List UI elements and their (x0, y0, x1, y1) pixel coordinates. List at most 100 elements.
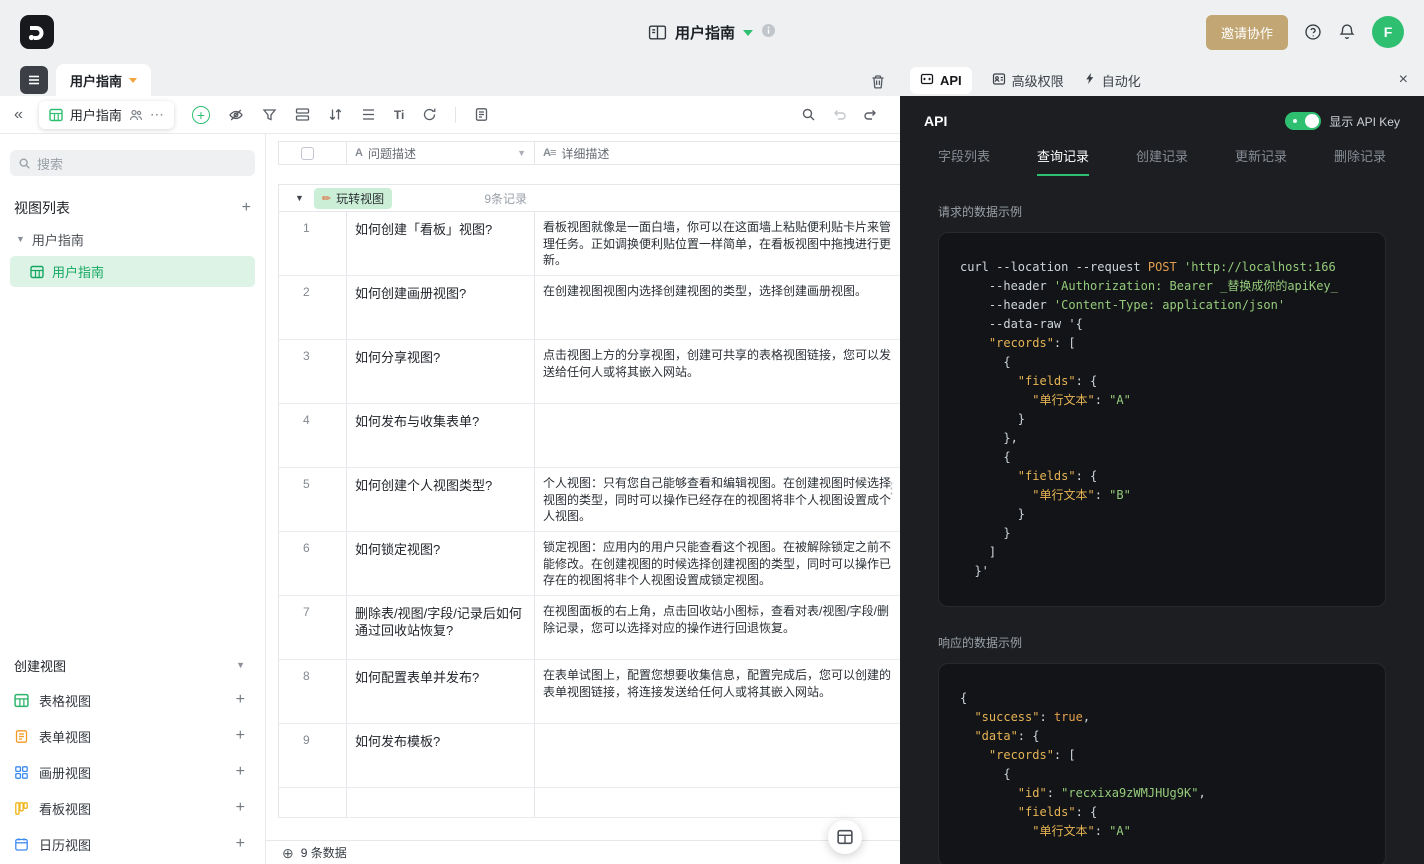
invite-collaborate-button[interactable]: 邀请协作 (1205, 14, 1288, 50)
table-row[interactable]: 2 如何创建画册视图? 在创建视图视图内选择创建视图的类型，选择创建画册视图。 (278, 276, 900, 340)
detail-cell[interactable]: 锁定视图：应用内的用户只能查看这个视图。在被解除锁定之前不能修改。在创建视图的时… (535, 532, 900, 594)
chevron-down-icon[interactable]: ▼ (517, 148, 526, 158)
question-cell[interactable]: 如何创建个人视图类型? (347, 468, 535, 531)
add-view-icon[interactable]: + (236, 836, 245, 852)
add-view-icon[interactable]: + (236, 800, 245, 816)
hide-fields-icon[interactable] (228, 107, 244, 123)
add-view-icon[interactable]: + (236, 764, 245, 780)
detail-cell[interactable]: 在表单试图上，配置您想要收集信息，配置完成后，您可以创建的表单视图链接，将连接发… (535, 660, 900, 722)
close-icon[interactable]: × (1399, 72, 1408, 88)
api-tab-查询记录[interactable]: 查询记录 (1036, 146, 1089, 176)
row-number-cell[interactable]: 1 (279, 212, 347, 275)
trash-icon[interactable] (870, 74, 886, 90)
undo-icon[interactable] (832, 107, 847, 122)
group-header-row[interactable]: ▼ ✏ 玩转视图 9条记录 (278, 184, 900, 212)
row-height-icon[interactable] (361, 107, 376, 122)
question-cell[interactable]: 如何创建画册视图? (347, 276, 535, 339)
column-header-detail[interactable]: A≡ 详细描述 (535, 142, 900, 164)
calendar-view-icon (14, 837, 29, 852)
question-cell[interactable]: 如何发布模板? (347, 724, 535, 787)
sync-icon[interactable] (422, 107, 437, 122)
request-code-block[interactable]: curl --location --request POST 'http://l… (938, 232, 1386, 607)
table-row[interactable]: 3 如何分享视图? 点击视图上方的分享视图，创建可共享的表格视图链接，您可以发送给任… (278, 340, 900, 404)
table-row[interactable]: 8 如何配置表单并发布? 在表单试图上，配置您想要收集信息，配置完成后，您可以创建的… (278, 660, 900, 724)
api-tab-创建记录[interactable]: 创建记录 (1136, 146, 1188, 176)
collapse-views-icon[interactable]: « (14, 106, 23, 124)
question-cell[interactable]: 删除表/视图/字段/记录后如何通过回收站恢复? (347, 596, 535, 659)
row-number-cell[interactable]: 4 (279, 404, 347, 467)
question-cell[interactable]: 如何锁定视图? (347, 532, 535, 595)
sort-icon[interactable] (328, 107, 343, 122)
detail-cell[interactable]: 在创建视图视图内选择创建视图的类型，选择创建画册视图。 (535, 276, 900, 338)
panel-resize-handle[interactable]: ⋮ (884, 479, 899, 497)
view-type-kanban[interactable]: 看板视图 + (0, 790, 265, 826)
empty-row[interactable] (278, 788, 900, 818)
tab-user-guide[interactable]: 用户指南 (56, 64, 152, 96)
tab-automation[interactable]: 自动化 (1084, 71, 1141, 90)
active-view-tab[interactable]: 用户指南 ⋯ (38, 100, 174, 129)
row-number-cell[interactable]: 3 (279, 340, 347, 403)
row-number-cell[interactable]: 9 (279, 724, 347, 787)
detail-cell[interactable]: 看板视图就像是一面白墙，你可以在这面墙上粘贴便利贴卡片来管理任务。正如调换便利贴… (535, 212, 900, 274)
row-number-cell[interactable]: 6 (279, 532, 347, 595)
add-record-icon[interactable]: ⊕ (282, 846, 294, 860)
add-node-button[interactable]: + (242, 200, 251, 216)
row-number-cell[interactable]: 8 (279, 660, 347, 723)
help-icon[interactable] (1304, 23, 1322, 41)
group-icon[interactable] (295, 107, 310, 122)
menu-hamburger-button[interactable] (20, 66, 48, 94)
notifications-bell-icon[interactable] (1338, 23, 1356, 41)
detail-cell[interactable]: 个人视图：只有您自己能够查看和编辑视图。在创建视图时候选择视图的类型，同时可以操… (535, 468, 900, 530)
table-row[interactable]: 7 删除表/视图/字段/记录后如何通过回收站恢复? 在视图面板的右上角，点击回收站小… (278, 596, 900, 660)
chevron-down-icon[interactable] (743, 30, 754, 36)
field-titles-icon[interactable]: Ti (394, 108, 404, 122)
search-icon[interactable] (801, 107, 816, 122)
api-key-toggle[interactable] (1285, 112, 1322, 130)
question-cell[interactable]: 如何发布与收集表单? (347, 404, 535, 467)
group-record-count: 9条记录 (484, 191, 527, 206)
add-view-icon[interactable]: + (236, 728, 245, 744)
checkbox-icon[interactable] (301, 146, 314, 160)
add-view-button[interactable]: + (191, 105, 210, 124)
question-cell[interactable]: 如何分享视图? (347, 340, 535, 403)
detail-cell[interactable]: 在视图面板的右上角，点击回收站小图标，查看对表/视图/字段/删除记录，您可以选择… (535, 596, 900, 658)
row-number-cell[interactable]: 5 (279, 468, 347, 531)
form-icon[interactable] (474, 107, 489, 122)
more-options-icon[interactable]: ⋯ (150, 106, 164, 123)
row-number-cell[interactable]: 2 (279, 276, 347, 339)
document-title-group[interactable]: 用户指南 (648, 22, 776, 43)
row-number-cell[interactable]: 7 (279, 596, 347, 659)
tree-node-datasheet-active[interactable]: 用户指南 (10, 256, 255, 287)
redo-icon[interactable] (863, 107, 878, 122)
create-view-header[interactable]: 创建视图 ▼ (0, 648, 265, 682)
user-avatar[interactable]: F (1372, 16, 1404, 48)
tab-advanced-permissions[interactable]: 高级权限 (992, 71, 1064, 90)
tree-node-folder[interactable]: ▼ 用户指南 (0, 224, 265, 254)
table-row[interactable]: 5 如何创建个人视图类型? 个人视图：只有您自己能够查看和编辑视图。在创建视图时候选… (278, 468, 900, 532)
search-input[interactable]: 搜索 (10, 150, 255, 176)
add-view-icon[interactable]: + (236, 692, 245, 708)
select-all-cell[interactable] (279, 142, 347, 164)
detail-cell[interactable] (535, 724, 900, 786)
table-row[interactable]: 1 如何创建「看板」视图? 看板视图就像是一面白墙，你可以在这面墙上粘贴便利贴卡片来… (278, 212, 900, 276)
question-cell[interactable]: 如何配置表单并发布? (347, 660, 535, 723)
tab-api[interactable]: API (910, 66, 972, 94)
table-row[interactable]: 4 如何发布与收集表单? (278, 404, 900, 468)
detail-cell[interactable] (535, 404, 900, 466)
question-cell[interactable]: 如何创建「看板」视图? (347, 212, 535, 275)
table-row[interactable]: 9 如何发布模板? (278, 724, 900, 788)
view-type-form[interactable]: 表单视图 + (0, 718, 265, 754)
api-tab-字段列表[interactable]: 字段列表 (938, 146, 990, 176)
view-switcher-button[interactable] (828, 820, 862, 854)
detail-cell[interactable]: 点击视图上方的分享视图，创建可共享的表格视图链接，您可以发送给任何人或将其嵌入网… (535, 340, 900, 402)
view-type-gallery[interactable]: 画册视图 + (0, 754, 265, 790)
view-type-grid[interactable]: 表格视图 + (0, 682, 265, 718)
app-logo[interactable] (20, 15, 54, 49)
filter-icon[interactable] (262, 107, 277, 122)
api-tab-删除记录[interactable]: 删除记录 (1334, 146, 1386, 176)
response-code-block[interactable]: { "success": true, "data": { "records": … (938, 663, 1386, 864)
api-tab-更新记录[interactable]: 更新记录 (1235, 146, 1287, 176)
view-type-calendar[interactable]: 日历视图 + (0, 826, 265, 862)
table-row[interactable]: 6 如何锁定视图? 锁定视图：应用内的用户只能查看这个视图。在被解除锁定之前不能修改… (278, 532, 900, 596)
column-header-question[interactable]: A 问题描述 ▼ (347, 142, 535, 164)
